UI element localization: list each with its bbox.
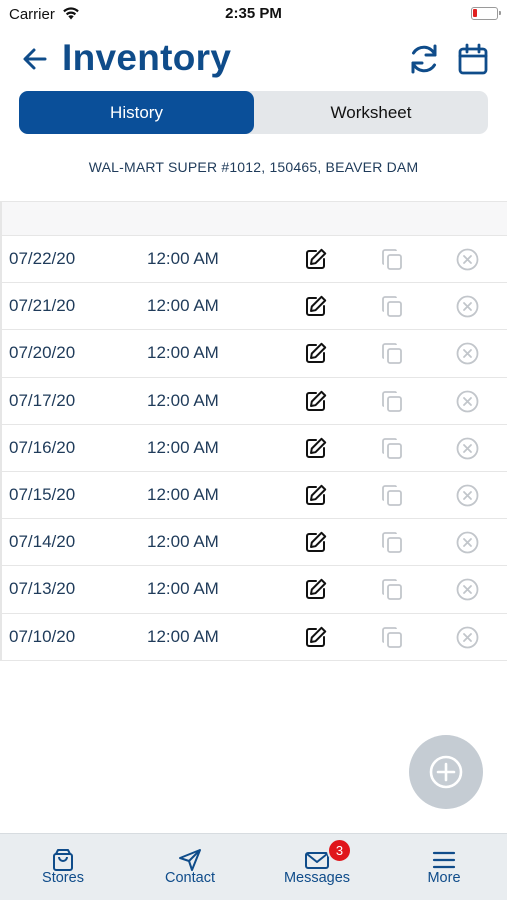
status-time: 2:35 PM: [225, 5, 282, 22]
copy-icon[interactable]: [380, 436, 405, 461]
row-time: 12:00 AM: [147, 579, 219, 599]
row-time: 12:00 AM: [147, 249, 219, 268]
copy-icon[interactable]: [380, 530, 405, 555]
copy-icon[interactable]: [380, 483, 405, 508]
page-title: Inventory: [62, 37, 232, 78]
history-worksheet-toggle: History Worksheet: [19, 91, 488, 134]
tab-stores-label: Stores: [42, 870, 84, 886]
list-item[interactable]: 07/14/20 12:00 AM: [0, 519, 507, 567]
close-circle-icon[interactable]: [455, 530, 480, 555]
close-circle-icon[interactable]: [455, 483, 480, 508]
close-circle-icon[interactable]: [455, 247, 480, 272]
row-date: 07/14/20: [9, 532, 76, 552]
copy-icon[interactable]: [380, 625, 405, 650]
row-time: 12:00 AM: [147, 343, 219, 363]
list-item[interactable]: 07/22/20 12:00 AM: [0, 236, 507, 284]
tab-more-label: More: [427, 870, 461, 886]
row-date: 07/22/20: [9, 249, 76, 268]
copy-icon[interactable]: [380, 389, 405, 414]
list-item[interactable]: 07/17/20 12:00 AM: [0, 378, 507, 425]
edit-icon[interactable]: [303, 436, 328, 461]
row-time: 12:00 AM: [147, 437, 219, 457]
row-date: 07/21/20: [9, 296, 76, 316]
tab-worksheet[interactable]: Worksheet: [254, 91, 488, 134]
tab-contact-label: Contact: [165, 870, 215, 886]
arrow-left-icon[interactable]: [20, 44, 50, 74]
refresh-icon[interactable]: [406, 41, 442, 77]
tab-history[interactable]: History: [19, 91, 254, 134]
row-date: 07/10/20: [9, 626, 76, 646]
tab-more[interactable]: More: [381, 834, 507, 900]
row-date: 07/13/20: [9, 579, 76, 599]
tab-messages[interactable]: 3 Messages: [254, 834, 380, 900]
copy-icon[interactable]: [380, 294, 405, 319]
row-time: 12:00 AM: [147, 532, 219, 552]
row-time: 12:00 AM: [147, 626, 219, 646]
battery-icon: [471, 7, 501, 20]
row-date: 07/20/20: [9, 343, 76, 363]
battery-level: [473, 9, 477, 17]
bottom-tab-bar: Stores Contact 3 Messages More: [0, 833, 507, 900]
row-time: 12:00 AM: [147, 484, 219, 504]
list-item[interactable]: 07/16/20 12:00 AM: [0, 425, 507, 472]
row-date: 07/17/20: [9, 390, 76, 410]
edit-icon[interactable]: [303, 247, 328, 272]
edit-icon[interactable]: [303, 625, 328, 650]
edit-icon[interactable]: [303, 389, 328, 414]
edit-icon[interactable]: [303, 341, 328, 366]
copy-icon[interactable]: [380, 247, 405, 272]
close-circle-icon[interactable]: [455, 577, 480, 602]
list-item[interactable]: 07/15/20 12:00 AM: [0, 472, 507, 520]
row-time: 12:00 AM: [147, 296, 219, 316]
copy-icon[interactable]: [380, 341, 405, 366]
history-list: 07/22/20 12:00 AM 07/21/20 12:00 AM 07/2…: [0, 236, 507, 661]
close-circle-icon[interactable]: [455, 294, 480, 319]
list-item[interactable]: 07/13/20 12:00 AM: [0, 566, 507, 614]
calendar-icon[interactable]: [456, 42, 490, 76]
list-item[interactable]: 07/20/20 12:00 AM: [0, 330, 507, 378]
close-circle-icon[interactable]: [455, 436, 480, 461]
copy-icon[interactable]: [380, 577, 405, 602]
store-name: WAL-MART SUPER #1012, 150465, BEAVER DAM: [88, 159, 419, 175]
list-item[interactable]: 07/10/20 12:00 AM: [0, 614, 507, 661]
tab-stores[interactable]: Stores: [0, 834, 126, 900]
plus-circle-icon: [429, 755, 463, 789]
add-button[interactable]: [409, 735, 483, 809]
tab-messages-label: Messages: [283, 870, 351, 886]
messages-badge: 3: [327, 838, 352, 863]
row-date: 07/15/20: [9, 484, 76, 504]
status-bar: Carrier 2:35 PM: [0, 0, 507, 28]
edit-icon[interactable]: [303, 530, 328, 555]
edit-icon[interactable]: [303, 294, 328, 319]
list-item[interactable]: 07/21/20 12:00 AM: [0, 283, 507, 331]
edit-icon[interactable]: [303, 577, 328, 602]
close-circle-icon[interactable]: [455, 625, 480, 650]
close-circle-icon[interactable]: [455, 341, 480, 366]
row-time: 12:00 AM: [147, 390, 219, 410]
tab-contact[interactable]: Contact: [127, 834, 253, 900]
list-header: [0, 201, 507, 236]
row-date: 07/16/20: [9, 437, 76, 457]
edit-icon[interactable]: [303, 483, 328, 508]
navigation-bar: Inventory: [0, 34, 507, 84]
close-circle-icon[interactable]: [455, 389, 480, 414]
